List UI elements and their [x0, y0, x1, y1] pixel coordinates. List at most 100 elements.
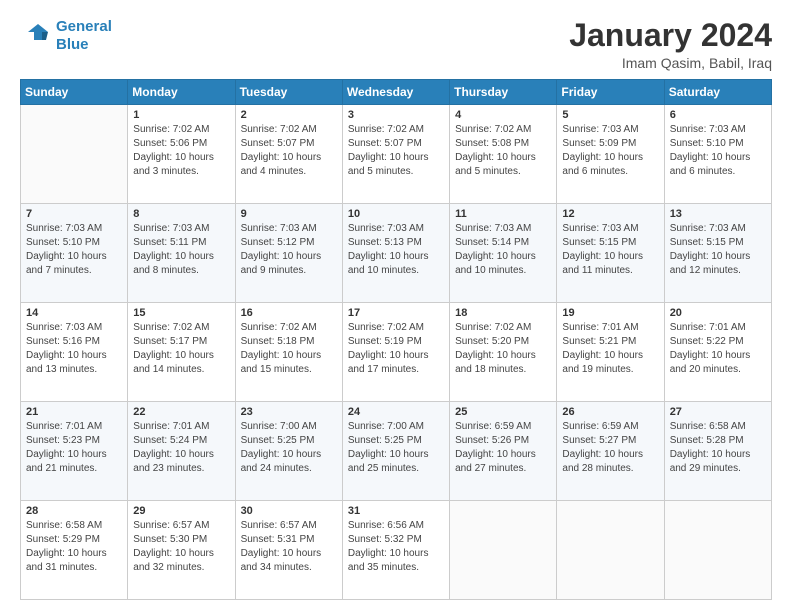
table-row: [557, 501, 664, 600]
day-info: Sunrise: 7:03 AMSunset: 5:10 PMDaylight:…: [670, 124, 751, 177]
calendar-table: Sunday Monday Tuesday Wednesday Thursday…: [20, 79, 772, 600]
day-number: 14: [26, 307, 122, 319]
day-info: Sunrise: 7:02 AMSunset: 5:08 PMDaylight:…: [455, 124, 536, 177]
day-number: 3: [348, 109, 444, 121]
table-row: 22 Sunrise: 7:01 AMSunset: 5:24 PMDaylig…: [128, 402, 235, 501]
col-monday: Monday: [128, 80, 235, 105]
main-title: January 2024: [569, 18, 772, 53]
table-row: 2 Sunrise: 7:02 AMSunset: 5:07 PMDayligh…: [235, 105, 342, 204]
day-info: Sunrise: 6:57 AMSunset: 5:31 PMDaylight:…: [241, 520, 322, 573]
day-info: Sunrise: 7:01 AMSunset: 5:22 PMDaylight:…: [670, 322, 751, 375]
col-sunday: Sunday: [21, 80, 128, 105]
table-row: 23 Sunrise: 7:00 AMSunset: 5:25 PMDaylig…: [235, 402, 342, 501]
day-info: Sunrise: 7:03 AMSunset: 5:15 PMDaylight:…: [562, 223, 643, 276]
day-number: 15: [133, 307, 229, 319]
table-row: 10 Sunrise: 7:03 AMSunset: 5:13 PMDaylig…: [342, 204, 449, 303]
day-info: Sunrise: 7:02 AMSunset: 5:19 PMDaylight:…: [348, 322, 429, 375]
subtitle: Imam Qasim, Babil, Iraq: [569, 55, 772, 71]
day-number: 22: [133, 406, 229, 418]
day-number: 13: [670, 208, 766, 220]
day-number: 6: [670, 109, 766, 121]
day-info: Sunrise: 7:03 AMSunset: 5:15 PMDaylight:…: [670, 223, 751, 276]
day-number: 27: [670, 406, 766, 418]
table-row: [450, 501, 557, 600]
day-info: Sunrise: 6:56 AMSunset: 5:32 PMDaylight:…: [348, 520, 429, 573]
table-row: 18 Sunrise: 7:02 AMSunset: 5:20 PMDaylig…: [450, 303, 557, 402]
day-number: 25: [455, 406, 551, 418]
day-number: 26: [562, 406, 658, 418]
day-number: 28: [26, 505, 122, 517]
day-number: 20: [670, 307, 766, 319]
table-row: 20 Sunrise: 7:01 AMSunset: 5:22 PMDaylig…: [664, 303, 771, 402]
day-number: 1: [133, 109, 229, 121]
col-friday: Friday: [557, 80, 664, 105]
table-row: 27 Sunrise: 6:58 AMSunset: 5:28 PMDaylig…: [664, 402, 771, 501]
table-row: 25 Sunrise: 6:59 AMSunset: 5:26 PMDaylig…: [450, 402, 557, 501]
day-number: 18: [455, 307, 551, 319]
table-row: 21 Sunrise: 7:01 AMSunset: 5:23 PMDaylig…: [21, 402, 128, 501]
day-info: Sunrise: 7:03 AMSunset: 5:14 PMDaylight:…: [455, 223, 536, 276]
table-row: 7 Sunrise: 7:03 AMSunset: 5:10 PMDayligh…: [21, 204, 128, 303]
table-row: 13 Sunrise: 7:03 AMSunset: 5:15 PMDaylig…: [664, 204, 771, 303]
col-tuesday: Tuesday: [235, 80, 342, 105]
logo-text: GeneralBlue: [56, 18, 112, 54]
table-row: 28 Sunrise: 6:58 AMSunset: 5:29 PMDaylig…: [21, 501, 128, 600]
page: GeneralBlue January 2024 Imam Qasim, Bab…: [0, 0, 792, 612]
title-block: January 2024 Imam Qasim, Babil, Iraq: [569, 18, 772, 71]
day-info: Sunrise: 7:03 AMSunset: 5:11 PMDaylight:…: [133, 223, 214, 276]
day-number: 12: [562, 208, 658, 220]
table-row: 6 Sunrise: 7:03 AMSunset: 5:10 PMDayligh…: [664, 105, 771, 204]
day-info: Sunrise: 7:02 AMSunset: 5:18 PMDaylight:…: [241, 322, 322, 375]
day-number: 29: [133, 505, 229, 517]
table-row: 24 Sunrise: 7:00 AMSunset: 5:25 PMDaylig…: [342, 402, 449, 501]
logo-blue: Blue: [56, 36, 89, 53]
day-number: 7: [26, 208, 122, 220]
table-row: 29 Sunrise: 6:57 AMSunset: 5:30 PMDaylig…: [128, 501, 235, 600]
day-number: 19: [562, 307, 658, 319]
header-row: Sunday Monday Tuesday Wednesday Thursday…: [21, 80, 772, 105]
table-row: 12 Sunrise: 7:03 AMSunset: 5:15 PMDaylig…: [557, 204, 664, 303]
table-row: 14 Sunrise: 7:03 AMSunset: 5:16 PMDaylig…: [21, 303, 128, 402]
day-number: 16: [241, 307, 337, 319]
logo-general: General: [56, 18, 112, 35]
day-info: Sunrise: 7:03 AMSunset: 5:13 PMDaylight:…: [348, 223, 429, 276]
table-row: 5 Sunrise: 7:03 AMSunset: 5:09 PMDayligh…: [557, 105, 664, 204]
day-info: Sunrise: 7:02 AMSunset: 5:07 PMDaylight:…: [241, 124, 322, 177]
day-number: 4: [455, 109, 551, 121]
table-row: 15 Sunrise: 7:02 AMSunset: 5:17 PMDaylig…: [128, 303, 235, 402]
day-number: 11: [455, 208, 551, 220]
day-number: 9: [241, 208, 337, 220]
day-info: Sunrise: 7:02 AMSunset: 5:06 PMDaylight:…: [133, 124, 214, 177]
day-number: 30: [241, 505, 337, 517]
day-number: 21: [26, 406, 122, 418]
day-info: Sunrise: 6:59 AMSunset: 5:27 PMDaylight:…: [562, 421, 643, 474]
day-info: Sunrise: 7:01 AMSunset: 5:21 PMDaylight:…: [562, 322, 643, 375]
col-thursday: Thursday: [450, 80, 557, 105]
day-info: Sunrise: 7:02 AMSunset: 5:17 PMDaylight:…: [133, 322, 214, 375]
table-row: 30 Sunrise: 6:57 AMSunset: 5:31 PMDaylig…: [235, 501, 342, 600]
logo-bird-icon: [20, 18, 52, 54]
day-number: 5: [562, 109, 658, 121]
day-info: Sunrise: 7:00 AMSunset: 5:25 PMDaylight:…: [348, 421, 429, 474]
table-row: 11 Sunrise: 7:03 AMSunset: 5:14 PMDaylig…: [450, 204, 557, 303]
day-info: Sunrise: 6:58 AMSunset: 5:29 PMDaylight:…: [26, 520, 107, 573]
col-wednesday: Wednesday: [342, 80, 449, 105]
table-row: [664, 501, 771, 600]
day-info: Sunrise: 6:57 AMSunset: 5:30 PMDaylight:…: [133, 520, 214, 573]
col-saturday: Saturday: [664, 80, 771, 105]
day-info: Sunrise: 7:03 AMSunset: 5:09 PMDaylight:…: [562, 124, 643, 177]
day-info: Sunrise: 7:00 AMSunset: 5:25 PMDaylight:…: [241, 421, 322, 474]
logo: GeneralBlue: [20, 18, 112, 54]
table-row: 16 Sunrise: 7:02 AMSunset: 5:18 PMDaylig…: [235, 303, 342, 402]
day-info: Sunrise: 7:03 AMSunset: 5:16 PMDaylight:…: [26, 322, 107, 375]
table-row: [21, 105, 128, 204]
day-info: Sunrise: 7:02 AMSunset: 5:20 PMDaylight:…: [455, 322, 536, 375]
day-info: Sunrise: 7:03 AMSunset: 5:10 PMDaylight:…: [26, 223, 107, 276]
day-info: Sunrise: 7:01 AMSunset: 5:23 PMDaylight:…: [26, 421, 107, 474]
day-info: Sunrise: 6:59 AMSunset: 5:26 PMDaylight:…: [455, 421, 536, 474]
day-number: 17: [348, 307, 444, 319]
day-info: Sunrise: 6:58 AMSunset: 5:28 PMDaylight:…: [670, 421, 751, 474]
day-number: 2: [241, 109, 337, 121]
table-row: 3 Sunrise: 7:02 AMSunset: 5:07 PMDayligh…: [342, 105, 449, 204]
header: GeneralBlue January 2024 Imam Qasim, Bab…: [20, 18, 772, 71]
